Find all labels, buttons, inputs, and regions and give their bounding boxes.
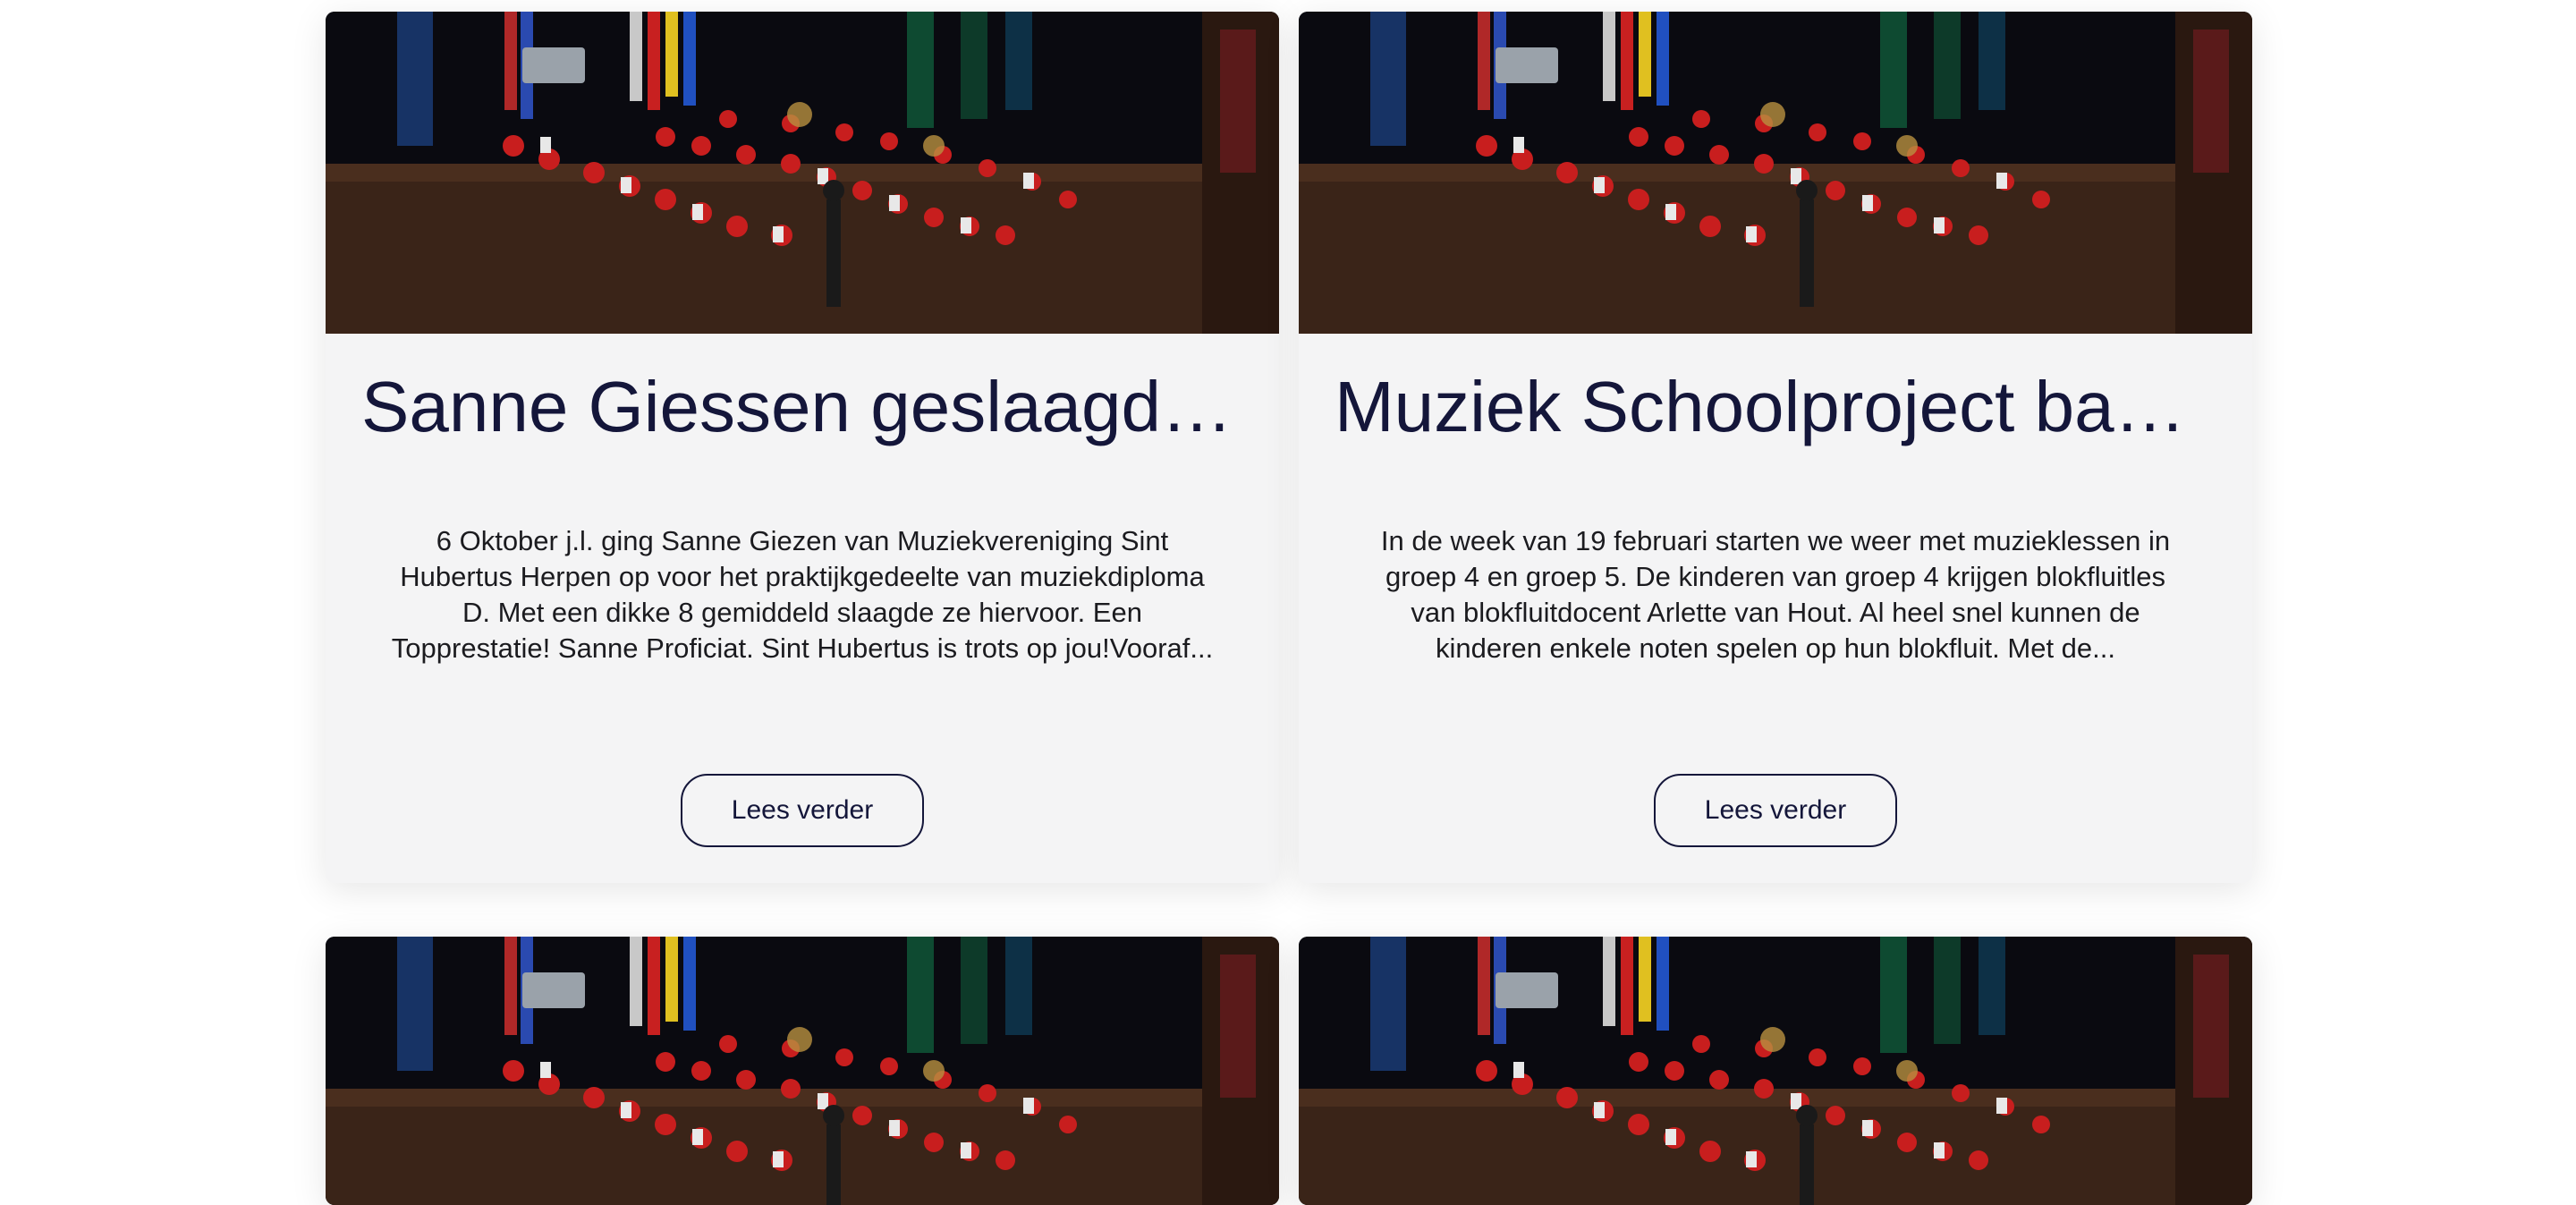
news-card: [1299, 937, 2252, 1205]
card-title[interactable]: Muziek Schoolproject basisschool: [1335, 362, 2216, 452]
read-more-button[interactable]: Lees verder: [681, 774, 924, 847]
card-image[interactable]: [1299, 937, 2252, 1205]
card-image[interactable]: [326, 12, 1279, 334]
read-more-button[interactable]: Lees verder: [1654, 774, 1897, 847]
news-card: [326, 937, 1279, 1205]
card-title[interactable]: Sanne Giessen geslaagd voor praktijkgede…: [361, 362, 1243, 452]
card-excerpt: In de week van 19 februari starten we we…: [1380, 525, 2171, 664]
card-image[interactable]: [326, 937, 1279, 1205]
card-image[interactable]: [1299, 12, 2252, 334]
news-card: Sanne Giessen geslaagd voor praktijkgede…: [326, 12, 1279, 883]
news-card: Muziek Schoolproject basisschool In de w…: [1299, 12, 2252, 883]
card-excerpt: 6 Oktober j.l. ging Sanne Giezen van Muz…: [391, 525, 1214, 664]
news-grid: Sanne Giessen geslaagd voor praktijkgede…: [326, 12, 2252, 1205]
